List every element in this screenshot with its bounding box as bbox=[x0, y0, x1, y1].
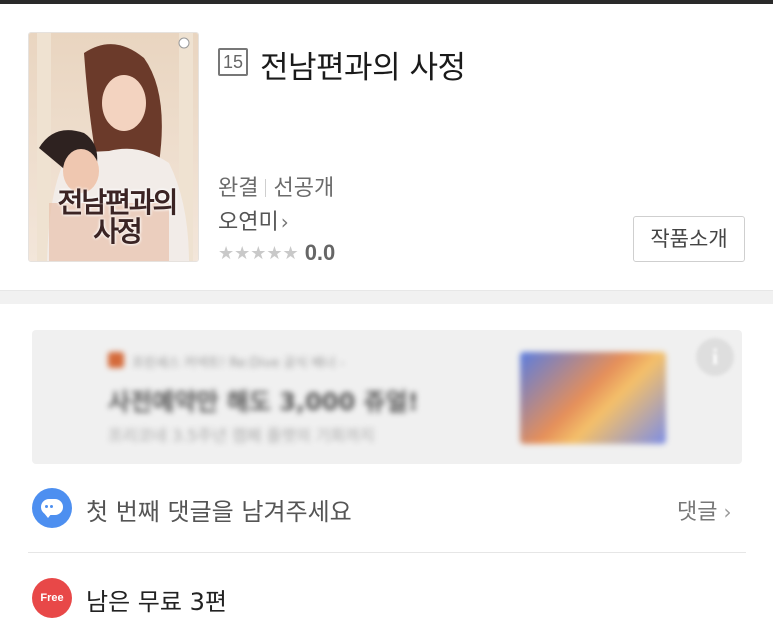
free-episodes-text: 남은 무료 3편 bbox=[86, 588, 227, 616]
age-rating-badge: 15 bbox=[218, 48, 248, 76]
author-link[interactable]: 오연미 › bbox=[218, 204, 289, 236]
ad-banner[interactable]: 프린세스 커넥트! Re:Dive 공식 배너 - 사전예약만 해도 3,000… bbox=[32, 330, 742, 464]
info-icon[interactable]: i bbox=[696, 338, 734, 376]
comments-link[interactable]: 댓글 › bbox=[677, 494, 731, 526]
chevron-right-icon: › bbox=[280, 210, 289, 234]
free-episodes-row: Free 남은 무료 3편 bbox=[0, 574, 773, 624]
series-header: 전남편과의 사정 15 전남편과의 사정 완결 선공개 오연미 › ★★★★★ 0.0… bbox=[0, 4, 773, 290]
author-name: 오연미 bbox=[218, 210, 279, 235]
ad-content: 프린세스 커넥트! Re:Dive 공식 배너 - 사전예약만 해도 3,000… bbox=[32, 330, 742, 464]
comment-bubble-icon bbox=[32, 488, 72, 528]
star-rating-icons: ★★★★★ bbox=[218, 243, 299, 264]
ad-subtext: 프리코네 3.5주년 캠페 플랫의 기회까지 bbox=[108, 426, 375, 445]
ad-sponsor-text: 프린세스 커넥트! Re:Dive 공식 배너 - bbox=[132, 356, 345, 371]
release-type-label: 선공개 bbox=[273, 176, 335, 201]
ad-thumbnail bbox=[520, 352, 666, 444]
series-meta: 완결 선공개 bbox=[218, 170, 334, 202]
status-label: 완결 bbox=[218, 176, 259, 201]
cover-title-line2: 사정 bbox=[93, 215, 143, 249]
cover-title-line1: 전남편과의 bbox=[57, 186, 179, 219]
comments-link-label: 댓글 bbox=[677, 500, 718, 525]
series-title: 전남편과의 사정 bbox=[260, 50, 466, 86]
section-divider bbox=[0, 290, 773, 304]
chevron-right-icon: › bbox=[723, 500, 732, 524]
cover-title-text: 전남편과의 사정 bbox=[47, 188, 187, 247]
cover-image[interactable]: 전남편과의 사정 bbox=[28, 32, 199, 262]
free-badge-icon: Free bbox=[32, 578, 72, 618]
ad-headline: 사전예약만 해도 3,000 쥬얼! bbox=[108, 388, 419, 416]
rating: ★★★★★ 0.0 bbox=[218, 240, 335, 266]
rating-score: 0.0 bbox=[304, 240, 336, 265]
comment-row[interactable]: 첫 번째 댓글을 남겨주세요 댓글 › bbox=[0, 480, 773, 552]
row-divider bbox=[28, 552, 746, 553]
comment-prompt: 첫 번째 댓글을 남겨주세요 bbox=[86, 498, 352, 526]
series-intro-button[interactable]: 작품소개 bbox=[633, 216, 745, 262]
meta-divider bbox=[265, 179, 267, 197]
